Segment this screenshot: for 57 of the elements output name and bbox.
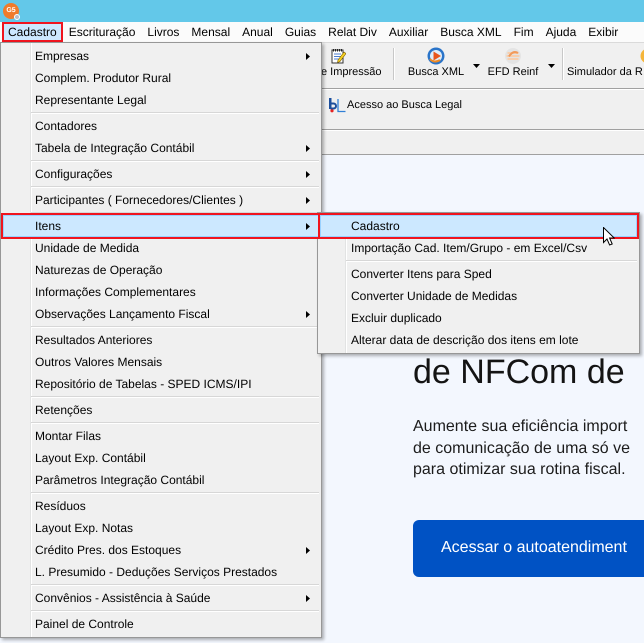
menu-item[interactable]: Informações Complementares (1, 281, 321, 303)
menu-bar-item[interactable]: Guias (278, 22, 322, 42)
toolbar-button[interactable]: Simulador da R (567, 43, 644, 88)
menu-bar-item[interactable]: Livros (141, 22, 186, 42)
menu-bar-item[interactable]: Fim (508, 22, 540, 42)
menu-item[interactable]: Excluir duplicado (318, 307, 639, 329)
menu-item[interactable]: Converter Unidade de Medidas (318, 285, 639, 307)
swirl-circle-icon (427, 47, 445, 65)
notepad-pencil-icon (330, 48, 346, 64)
menu-item[interactable]: Participantes ( Fornecedores/Clientes ) (1, 189, 321, 211)
menu-item[interactable]: Parâmetros Integração Contábil (1, 469, 321, 491)
dropdown-caret-icon[interactable] (548, 64, 555, 68)
menu-item[interactable]: Resíduos (1, 495, 321, 517)
menu-item[interactable]: Alterar data de descrição dos itens em lote (318, 329, 639, 351)
menu-item[interactable]: Observações Lançamento Fiscal (1, 303, 321, 325)
menu-item[interactable]: Layout Exp. Notas (1, 517, 321, 539)
cursor-icon (603, 227, 615, 246)
menu-bar-item[interactable]: Cadastro (2, 22, 63, 42)
menu-bar-item[interactable]: Busca XML (434, 22, 508, 42)
menu-item[interactable]: L. Presumido - Deduções Serviços Prestados (1, 561, 321, 583)
menu-item[interactable]: Convênios - Assistência à Saúde (1, 587, 321, 609)
menu-item[interactable]: Complem. Produtor Rural (1, 67, 321, 89)
menu-bar-item[interactable]: Relat Div (322, 22, 383, 42)
menu-item[interactable]: Crédito Pres. dos Estoques (1, 539, 321, 561)
menu-bar-item[interactable]: Escrituração (62, 22, 142, 42)
menu-item[interactable]: Contadores (1, 115, 321, 137)
heading: de NFCom de (413, 355, 625, 389)
striped-disc-icon (504, 47, 522, 65)
menu-bar-item[interactable]: Mensal (185, 22, 236, 42)
toolbar-link[interactable]: Acesso ao Busca Legal (328, 97, 462, 113)
menu-item[interactable]: Importação Cad. Item/Grupo - em Excel/Csv (318, 237, 639, 259)
menu-item[interactable]: Converter Itens para Sped (318, 263, 639, 285)
toolbar-button[interactable]: Busca XML (404, 43, 468, 88)
menu-item[interactable]: Montar Filas (1, 425, 321, 447)
menu-item[interactable]: Resultados Anteriores (1, 329, 321, 351)
menu-item[interactable]: Layout Exp. Contábil (1, 447, 321, 469)
menu-bar-item[interactable]: Anual (236, 22, 279, 42)
menu-bar-item[interactable]: Auxiliar (382, 22, 434, 42)
dropdown-caret-icon[interactable] (473, 64, 480, 68)
menu-item[interactable]: Unidade de Medida (1, 237, 321, 259)
menu-item[interactable]: Empresas (1, 45, 321, 67)
menu-item[interactable]: Naturezas de Operação (1, 259, 321, 281)
menu-bar-item[interactable]: Ajuda (540, 22, 582, 42)
menu-item[interactable]: Painel de Controle (1, 613, 321, 635)
menu-item[interactable]: Cadastro (318, 213, 639, 239)
toolbar-button[interactable]: EFD Reinf (484, 43, 542, 88)
access-button[interactable]: Acessar o autoatendiment (413, 520, 644, 576)
menu-item[interactable]: Representante Legal (1, 89, 321, 111)
menu-item[interactable]: Itens (1, 213, 321, 239)
menu-item[interactable]: Outros Valores Mensais (1, 351, 321, 373)
menu-bar-item[interactable]: Exibir (582, 22, 624, 42)
menu-item[interactable]: Tabela de Integração Contábil (1, 137, 321, 159)
menu-item[interactable]: Repositório de Tabelas - SPED ICMS/IPI (1, 373, 321, 395)
intro-paragraph: Aumente sua eficiência import de comunicação de uma só ve para otimizar sua rotina fiscal. (413, 417, 630, 480)
menu-item[interactable]: Configurações (1, 163, 321, 185)
logo-icon (328, 97, 346, 113)
menu-item[interactable]: Retenções (1, 399, 321, 421)
